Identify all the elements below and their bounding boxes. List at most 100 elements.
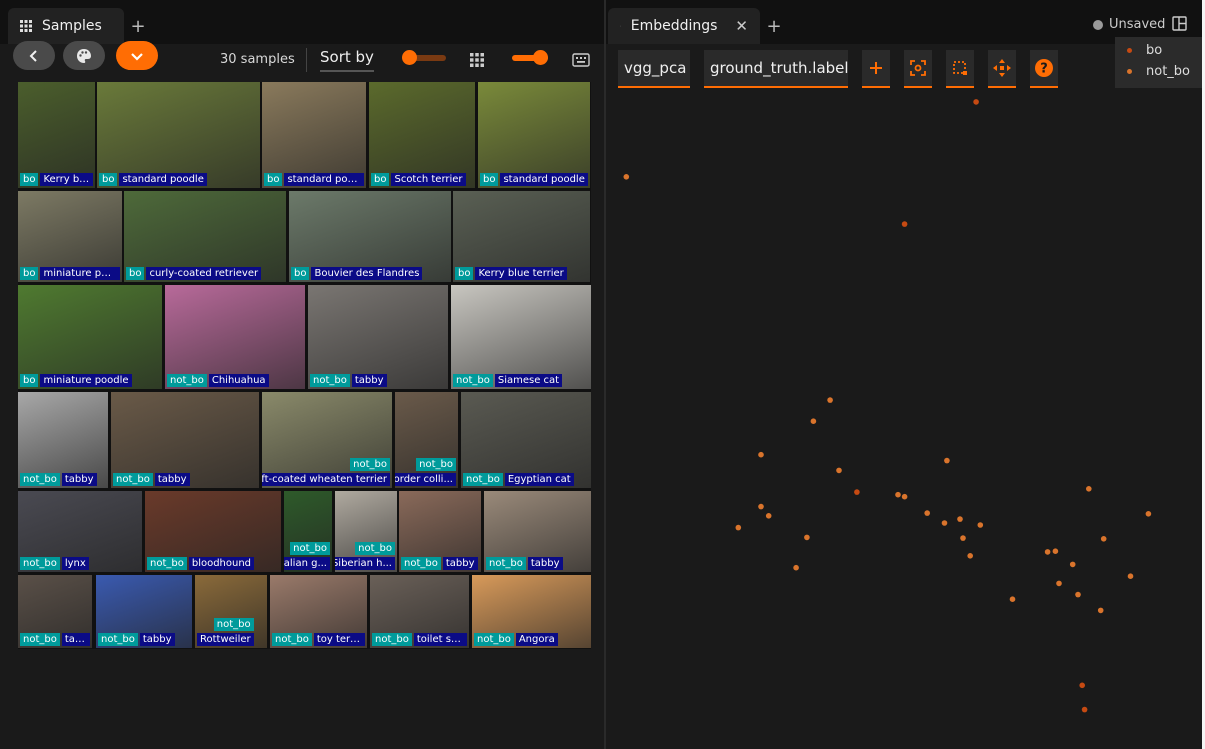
embedding-point-not-bo[interactable] — [810, 418, 817, 425]
expand-options-button[interactable] — [116, 41, 158, 70]
embedding-point-not-bo[interactable] — [895, 491, 901, 498]
ground-truth-badge: not_bo — [355, 542, 395, 555]
sample-thumbnail[interactable]: not_botabby — [18, 392, 108, 488]
sample-thumbnail[interactable]: not_bo Egyptian cat — [461, 392, 591, 488]
sort-by-button[interactable]: Sort by — [320, 48, 374, 72]
prediction-badge: miniature poodle — [40, 267, 120, 280]
embedding-point-bo[interactable] — [973, 99, 979, 105]
sample-thumbnail[interactable]: bo Kerry blue terrier — [453, 191, 590, 282]
sample-thumbnail[interactable]: not_bo toilet seat — [370, 575, 469, 648]
slider-knob[interactable] — [533, 50, 548, 65]
sample-thumbnail[interactable]: boKerry blue ter... — [18, 82, 95, 188]
embedding-point-not-bo[interactable] — [827, 397, 833, 403]
embedding-point-not-bo[interactable] — [758, 451, 764, 458]
keyboard-icon[interactable] — [572, 52, 590, 71]
add-panel-button[interactable]: + — [760, 8, 788, 44]
legend-label: not_bo — [1146, 64, 1190, 79]
ground-truth-badge: not_bo — [272, 633, 312, 646]
embedding-point-not-bo[interactable] — [901, 493, 908, 500]
embedding-point-not-bo[interactable] — [836, 467, 842, 474]
embedding-point-not-bo[interactable] — [957, 516, 963, 522]
embedding-point-not-bo[interactable] — [1069, 561, 1076, 568]
sample-thumbnail[interactable]: not_botabby — [308, 285, 448, 389]
ground-truth-badge: bo — [20, 374, 39, 387]
embedding-point-not-bo[interactable] — [735, 524, 742, 531]
lasso-select-button[interactable] — [946, 50, 974, 88]
legend-item-bo[interactable]: bo — [1127, 43, 1162, 58]
sample-thumbnail[interactable]: not_bo Siamese cat — [451, 285, 591, 389]
tab-embeddings[interactable]: Embeddings ✕ — [608, 8, 760, 44]
embedding-point-bo[interactable] — [901, 221, 908, 227]
embedding-point-not-bo[interactable] — [967, 553, 973, 559]
slider-knob[interactable] — [402, 50, 417, 65]
sample-thumbnail[interactable]: not_botabby — [399, 491, 481, 572]
sample-thumbnail[interactable]: not_botabby — [96, 575, 192, 648]
grid-layout-icon[interactable] — [470, 52, 484, 71]
embedding-point-not-bo[interactable] — [623, 174, 630, 180]
embedding-point-not-bo[interactable] — [1097, 607, 1104, 614]
help-button[interactable]: ? — [1030, 50, 1058, 88]
sample-thumbnail[interactable]: bo Scotch terrier — [369, 82, 475, 188]
embedding-point-not-bo[interactable] — [924, 510, 930, 516]
embedding-point-not-bo[interactable] — [1086, 486, 1092, 492]
embedding-point-not-bo[interactable] — [1009, 596, 1016, 602]
sample-thumbnail[interactable]: not_botabby — [18, 575, 92, 648]
embedding-point-not-bo[interactable] — [1145, 511, 1152, 517]
embedding-point-not-bo[interactable] — [941, 520, 948, 526]
embedding-point-not-bo[interactable] — [1075, 591, 1081, 598]
sample-thumbnail[interactable]: not_bo Rottweiler — [195, 575, 267, 648]
sample-thumbnail[interactable]: not_bo toy terrier — [270, 575, 367, 648]
sample-thumbnail[interactable]: bo standard poodle — [97, 82, 260, 188]
embedding-point-bo[interactable] — [854, 489, 860, 495]
sample-thumbnail[interactable]: bominiature poodle — [18, 285, 162, 389]
sample-thumbnail[interactable]: not_bo Border colli... — [395, 392, 458, 488]
grid-zoom-slider[interactable] — [402, 50, 448, 66]
embedding-point-bo[interactable] — [1079, 682, 1085, 689]
embedding-point-not-bo[interactable] — [960, 535, 966, 541]
embedding-point-not-bo[interactable] — [1056, 580, 1062, 587]
sample-thumbnail[interactable]: not_bo bloodhound — [145, 491, 281, 572]
sample-thumbnail[interactable]: not_botabby — [111, 392, 259, 488]
legend-item-not-bo[interactable]: not_bo — [1127, 64, 1190, 79]
layout-icon[interactable] — [1172, 16, 1187, 35]
embedding-point-not-bo[interactable] — [1044, 549, 1051, 555]
embedding-point-not-bo[interactable] — [1100, 536, 1107, 542]
sample-thumbnail[interactable]: not_bo Angora — [472, 575, 591, 648]
brain-key-selector[interactable]: vgg_pca — [618, 50, 690, 88]
tab-samples-label: Samples — [42, 18, 102, 34]
embedding-point-not-bo[interactable] — [793, 564, 799, 571]
sample-thumbnail[interactable]: not_bo Siberian h... — [335, 491, 397, 572]
embedding-point-bo[interactable] — [1081, 706, 1088, 713]
embedding-point-not-bo[interactable] — [804, 534, 810, 541]
tab-samples[interactable]: Samples — [8, 8, 124, 44]
embedding-point-not-bo[interactable] — [977, 522, 984, 528]
embedding-point-not-bo[interactable] — [758, 503, 764, 510]
pan-button[interactable] — [988, 50, 1016, 88]
close-icon[interactable]: ✕ — [735, 17, 748, 35]
back-button[interactable] — [13, 41, 55, 70]
sample-thumbnail[interactable]: bominiature poodle — [18, 191, 122, 282]
ground-truth-badge: bo — [126, 267, 145, 280]
sample-thumbnail[interactable]: bo Bouvier des Flandres — [289, 191, 451, 282]
fit-view-button[interactable] — [904, 50, 932, 88]
prediction-badge: tabby — [527, 557, 563, 570]
sample-thumbnail[interactable]: not_bo lynx — [18, 491, 142, 572]
embedding-point-not-bo[interactable] — [944, 457, 950, 464]
sample-thumbnail[interactable]: not_bo Italian g... — [284, 491, 332, 572]
sample-thumbnail[interactable]: bo standard poodle — [478, 82, 590, 188]
sample-thumbnail[interactable]: bo standard poodle — [262, 82, 366, 188]
add-selection-button[interactable] — [862, 50, 890, 88]
embedding-point-not-bo[interactable] — [765, 513, 772, 519]
sample-thumbnail[interactable]: not_bo soft-coated wheaten terrier — [262, 392, 392, 488]
embedding-point-not-bo[interactable] — [1052, 548, 1059, 554]
add-panel-button[interactable]: + — [124, 8, 152, 44]
sample-thumbnail[interactable]: not_botabby — [484, 491, 591, 572]
thumbnail-size-slider[interactable] — [510, 50, 550, 66]
embeddings-scatter-plot[interactable] — [606, 92, 1202, 749]
sample-thumbnail[interactable]: bo curly-coated retriever — [124, 191, 286, 282]
color-scheme-button[interactable] — [63, 41, 105, 70]
color-by-selector[interactable]: ground_truth.label — [704, 50, 849, 88]
sample-thumbnail[interactable]: not_bo Chihuahua — [165, 285, 305, 389]
embedding-point-not-bo[interactable] — [1127, 573, 1134, 579]
ground-truth-badge: bo — [20, 173, 39, 186]
